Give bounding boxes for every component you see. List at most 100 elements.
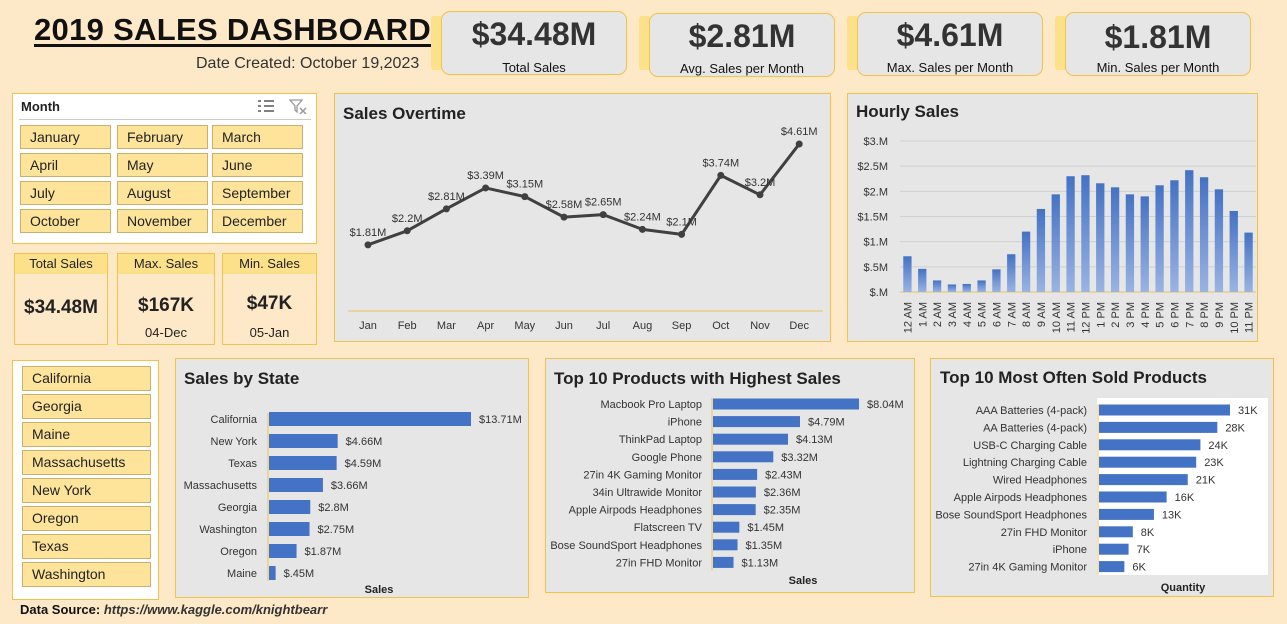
hourly-bar (1185, 170, 1194, 292)
bar (713, 486, 756, 498)
mini-card-value: $167K (138, 295, 194, 316)
data-label: 8K (1141, 527, 1155, 539)
hourly-bar (977, 280, 986, 292)
bar (1099, 561, 1125, 573)
state-slicer-item[interactable]: Georgia (22, 394, 151, 419)
state-slicer-item[interactable]: Texas (22, 534, 151, 559)
hourly-bar (1244, 232, 1253, 292)
hourly-bar (947, 284, 957, 292)
x-tick-label: 2 PM (1110, 302, 1122, 328)
month-slicer-item[interactable]: January (20, 125, 111, 149)
x-tick-label: Dec (789, 320, 809, 332)
x-tick-label: 4 AM (962, 302, 974, 327)
x-tick-label: 1 AM (917, 302, 929, 327)
state-slicer-item[interactable]: Maine (22, 422, 151, 447)
data-label: $2.24M (624, 211, 661, 223)
x-axis-label: Quantity (1161, 582, 1206, 594)
month-slicer-item[interactable]: April (20, 153, 111, 177)
date-created: Date Created: October 19,2023 (196, 55, 420, 72)
sales-by-state-chart: California $13.71M New York $4.66M Texas $4.5… (184, 412, 522, 596)
slicer-title: Month (21, 99, 60, 114)
bar (1099, 543, 1129, 555)
bar (1099, 508, 1154, 520)
bar (1099, 526, 1133, 538)
mini-card-value: $34.48M (24, 297, 98, 318)
state-slicer-item[interactable]: Washington (22, 562, 151, 587)
line-point (364, 241, 372, 249)
x-tick-label: 3 PM (1125, 302, 1137, 328)
data-label: $4.59M (345, 458, 382, 470)
data-label: $2.1M (666, 216, 697, 228)
state-slicer-item[interactable]: New York (22, 478, 151, 503)
x-tick-label: Nov (750, 320, 770, 332)
x-tick-label: Jun (555, 320, 573, 332)
month-slicer-item[interactable]: August (117, 181, 208, 205)
bar (269, 478, 323, 492)
hourly-bar (1110, 187, 1120, 292)
y-tick-label: New York (211, 436, 258, 448)
hourly-bar (1140, 196, 1149, 292)
data-label: $2.2M (392, 213, 423, 225)
hourly-bar (1125, 194, 1135, 292)
line-point (521, 193, 529, 201)
y-tick-label: iPhone (1053, 544, 1087, 556)
data-source-link[interactable]: https://www.kaggle.com/knightbearr (104, 602, 327, 617)
month-slicer-item[interactable]: October (20, 209, 111, 233)
data-label: 28K (1225, 422, 1245, 434)
line-point (756, 191, 764, 199)
state-slicer-item[interactable]: Oregon (22, 506, 151, 531)
data-label: $3.66M (331, 480, 368, 492)
data-label: 13K (1162, 509, 1182, 521)
line-point (795, 140, 803, 148)
hourly-bar (1036, 208, 1046, 292)
hourly-bar (1214, 189, 1224, 292)
y-tick-label: AA Batteries (4-pack) (983, 422, 1087, 434)
y-tick-label: 27in 4K Gaming Monitor (583, 469, 702, 481)
month-slicer-item[interactable]: March (212, 125, 303, 149)
month-slicer-item[interactable]: December (212, 209, 303, 233)
month-slicer-item[interactable]: September (212, 181, 303, 205)
clear-filter-icon[interactable] (289, 98, 307, 114)
top-products-sales-chart: Macbook Pro Laptop $8.04M iPhone $4.79M Thin… (550, 398, 904, 587)
data-label: 24K (1208, 440, 1228, 452)
month-slicer-item[interactable]: June (212, 153, 303, 177)
y-tick-label: Macbook Pro Laptop (600, 399, 702, 411)
y-tick-label: $2.M (864, 186, 888, 198)
y-tick-label: $3.M (864, 136, 888, 148)
data-label: $4.66M (346, 436, 383, 448)
state-slicer-item[interactable]: Massachusetts (22, 450, 151, 475)
multi-select-icon[interactable] (257, 98, 275, 114)
bar (713, 451, 774, 463)
kpi-avg-sales: $2.81M Avg. Sales per Month (649, 13, 835, 77)
line-point (403, 227, 411, 235)
month-slicer: Month January February March April May June Ju… (12, 93, 317, 244)
mini-card-total-sales: Total Sales $34.48M (14, 253, 108, 345)
x-tick-label: 12 PM (1080, 302, 1092, 334)
hourly-bar (1021, 231, 1031, 292)
data-label: 6K (1132, 562, 1146, 574)
month-slicer-item[interactable]: November (117, 209, 208, 233)
x-tick-label: 1 PM (1095, 302, 1107, 328)
data-label: 21K (1196, 475, 1216, 487)
hourly-bar (1170, 180, 1179, 292)
month-slicer-item[interactable]: February (117, 125, 208, 149)
x-tick-label: Jul (596, 320, 610, 332)
hourly-bar (992, 269, 1001, 292)
hourly-bar (932, 280, 942, 292)
hourly-sales-panel: Hourly Sales $.M $.5M $1.M $1.5M $2.M $2.5M $3… (847, 93, 1258, 342)
bar (713, 398, 859, 410)
bar (1099, 456, 1197, 468)
hourly-bar (918, 268, 927, 292)
bar (713, 556, 734, 568)
state-slicer-item[interactable]: California (22, 366, 151, 391)
data-label: $2.65M (585, 197, 622, 209)
bar (713, 433, 788, 445)
x-tick-label: 7 PM (1184, 302, 1196, 328)
mini-card-label: Min. Sales (223, 254, 316, 274)
month-slicer-item[interactable]: July (20, 181, 111, 205)
y-tick-label: 27in 4K Gaming Monitor (968, 562, 1087, 574)
month-slicer-item[interactable]: May (117, 153, 208, 177)
hourly-bar (962, 283, 971, 292)
x-tick-label: 11 AM (1066, 302, 1078, 332)
data-label: $4.79M (808, 417, 845, 429)
